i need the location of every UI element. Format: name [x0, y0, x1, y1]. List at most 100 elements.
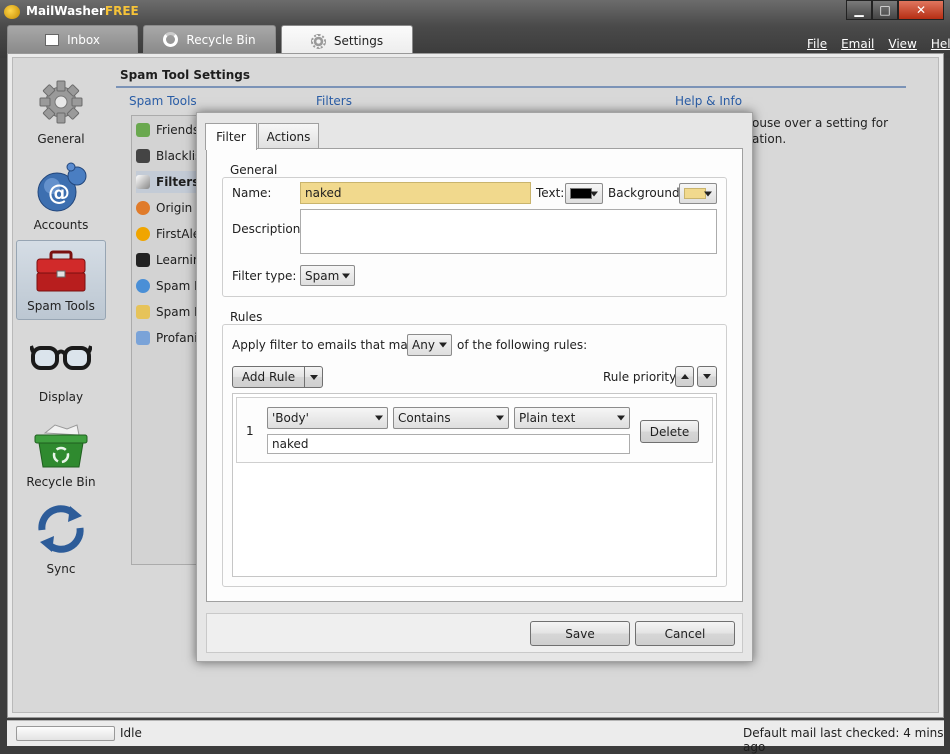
rule-operator-value: Contains: [398, 411, 451, 425]
sidebar-item-sync[interactable]: Sync: [16, 502, 106, 582]
email-globe-icon: @: [37, 162, 87, 212]
minimize-button[interactable]: ▁: [846, 0, 872, 20]
match-value: Any: [412, 338, 435, 352]
status-text: Idle: [120, 726, 142, 740]
progress-bar: [16, 726, 115, 741]
title-divider: [116, 86, 906, 88]
toolbox-icon: [36, 250, 86, 292]
maximize-button[interactable]: □: [872, 0, 898, 20]
priority-up-button[interactable]: [675, 366, 694, 387]
rule-field-value: 'Body': [272, 411, 309, 425]
description-label: Description:: [232, 222, 305, 236]
rule-field-select[interactable]: 'Body': [267, 407, 388, 429]
tool-label: Learnin: [156, 253, 201, 267]
sidebar-item-general[interactable]: General: [16, 72, 106, 152]
chevron-down-icon: [439, 342, 447, 348]
app-logo-icon: [4, 5, 20, 19]
glasses-icon: [30, 345, 92, 370]
tab-label: Settings: [333, 34, 384, 48]
cancel-button[interactable]: Cancel: [635, 621, 735, 646]
name-label: Name:: [232, 186, 272, 200]
chevron-down-icon: [309, 374, 318, 380]
tool-label: Spam F: [156, 305, 201, 319]
funnel-icon: [136, 175, 150, 189]
app-title-suffix: FREE: [104, 4, 139, 18]
rule-mode-select[interactable]: Plain text: [514, 407, 630, 429]
tool-label: Profani: [156, 331, 198, 345]
close-button[interactable]: ✕: [898, 0, 944, 20]
menu-help[interactable]: Help: [924, 37, 950, 53]
sidebar-label: Sync: [46, 562, 76, 576]
tab-inbox[interactable]: Inbox: [7, 25, 138, 53]
rule-value-input[interactable]: naked: [267, 434, 630, 454]
sidebar-item-accounts[interactable]: @ Accounts: [16, 158, 106, 238]
envelope-icon: [45, 33, 60, 46]
apply-prefix-text: Apply filter to emails that match: [232, 338, 427, 352]
background-color-picker[interactable]: [679, 183, 717, 204]
text-color-picker[interactable]: [565, 183, 603, 204]
sidebar-item-display[interactable]: Display: [16, 330, 106, 410]
filter-type-select[interactable]: Spam: [300, 265, 355, 286]
group-label-spam-tools: Spam Tools: [129, 94, 197, 108]
rule-operator-select[interactable]: Contains: [393, 407, 509, 429]
svg-text:@: @: [48, 181, 70, 206]
delete-rule-button[interactable]: Delete: [640, 420, 699, 443]
graduation-cap-icon: [136, 253, 150, 267]
tool-label: Friends: [156, 123, 200, 137]
filter-type-label: Filter type:: [232, 269, 297, 283]
rule-priority-label: Rule priority:: [603, 370, 680, 384]
tab-actions[interactable]: Actions: [258, 123, 319, 149]
chevron-down-icon: [496, 415, 504, 421]
chevron-up-icon: [680, 374, 689, 379]
text-color-swatch: [570, 188, 592, 199]
add-rule-button[interactable]: Add Rule: [232, 366, 305, 388]
origin-icon: [136, 201, 150, 215]
chevron-down-icon: [375, 415, 383, 421]
chevron-down-icon: [590, 191, 598, 196]
menu-view[interactable]: View: [881, 37, 923, 53]
background-color-label: Background:: [608, 186, 684, 200]
recycle-icon: [163, 32, 179, 47]
rules-legend: Rules: [227, 310, 266, 324]
blacklist-icon: [136, 149, 150, 163]
friends-icon: [136, 123, 150, 137]
filter-type-value: Spam: [305, 268, 340, 283]
add-rule-dropdown-button[interactable]: [304, 366, 323, 388]
tool-item-filters[interactable]: Filters: [136, 171, 200, 193]
sidebar-item-spam-tools[interactable]: Spam Tools: [16, 240, 106, 320]
spam-gauge-icon: [136, 279, 150, 293]
tab-recycle-bin[interactable]: Recycle Bin: [143, 25, 276, 53]
menu-file[interactable]: File: [800, 37, 834, 53]
tool-label: Origin: [156, 201, 193, 215]
tab-settings[interactable]: Settings: [281, 25, 413, 56]
menu-bar: File Email View Help: [800, 37, 950, 53]
rule-mode-value: Plain text: [519, 411, 576, 425]
sidebar-label: Spam Tools: [27, 299, 95, 313]
app-title-main: MailWasher: [26, 4, 105, 18]
tool-label: FirstAle: [156, 227, 201, 241]
sidebar-label: Accounts: [33, 218, 89, 232]
name-input[interactable]: naked: [300, 182, 531, 204]
recycle-bin-icon: [34, 424, 88, 468]
help-info-text: ouse over a setting for ation.: [752, 115, 888, 147]
text-color-label: Text:: [536, 186, 565, 200]
help-line: ouse over a setting for: [752, 116, 889, 130]
tab-label: Recycle Bin: [186, 32, 256, 47]
description-input[interactable]: [300, 209, 717, 254]
match-select[interactable]: Any: [407, 334, 452, 356]
background-color-swatch: [684, 188, 706, 199]
tool-label: Spam F: [156, 279, 201, 293]
sidebar-label: General: [37, 132, 85, 146]
general-legend: General: [227, 163, 281, 177]
priority-down-button[interactable]: [697, 366, 717, 387]
group-label-filters: Filters: [316, 94, 352, 108]
rule-number: 1: [246, 424, 254, 438]
chevron-down-icon: [703, 374, 711, 379]
save-button[interactable]: Save: [530, 621, 630, 646]
menu-email[interactable]: Email: [834, 37, 881, 53]
gear-icon: [39, 80, 83, 124]
sidebar-item-recycle-bin[interactable]: Recycle Bin: [16, 415, 106, 495]
help-line: ation.: [752, 132, 787, 146]
tab-filter[interactable]: Filter: [205, 123, 257, 150]
tool-label: Blacklis: [156, 149, 202, 163]
